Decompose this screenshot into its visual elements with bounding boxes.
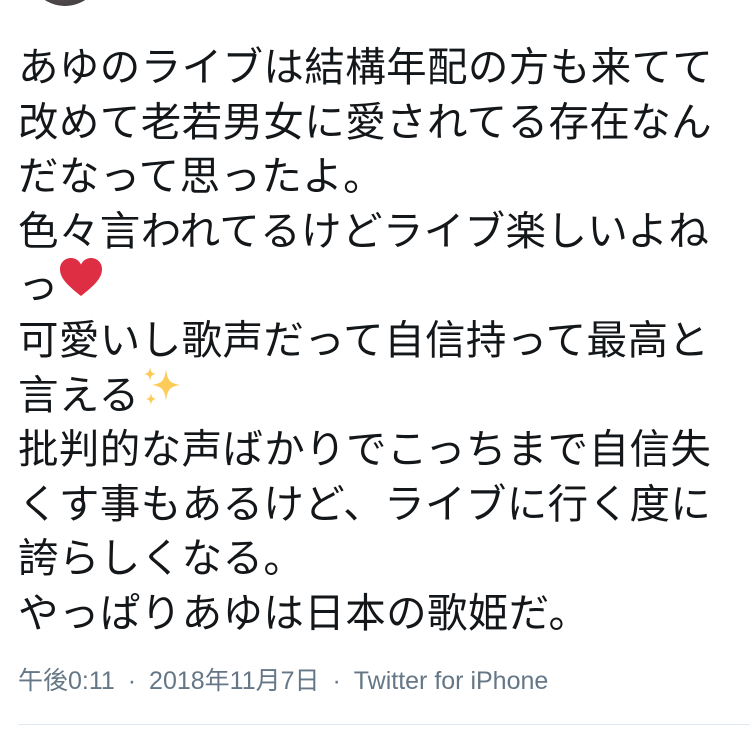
tweet-line: だなって思ったよ。 bbox=[18, 152, 385, 201]
tweet-time[interactable]: 午後0:11 bbox=[18, 667, 115, 695]
tweet-line-text: 言える bbox=[18, 370, 140, 419]
tweet-line: くす事もあるけど、ライブに行く度に bbox=[18, 479, 712, 528]
tweet-line: 誇らしくなる。 bbox=[18, 534, 305, 583]
meta-separator: · bbox=[127, 667, 137, 695]
meta-separator: · bbox=[332, 667, 341, 695]
tweet-line-with-sparkles: 言える bbox=[18, 365, 738, 423]
avatar[interactable] bbox=[28, 0, 102, 6]
tweet-line: 批判的な声ばかりでこっちまで自信失 bbox=[18, 425, 712, 474]
tweet-line-with-heart: っ bbox=[18, 257, 738, 313]
tweet-line-text: っ bbox=[18, 261, 59, 310]
tweet-text: あゆのライブは結構年配の方も来てて 改めて老若男女に愛されてる存在なん だなって… bbox=[18, 40, 738, 641]
divider bbox=[18, 724, 750, 725]
tweet-line: やっぱりあゆは日本の歌姫だ。 bbox=[18, 588, 590, 637]
tweet-line: 色々言われてるけどライブ楽しいよね bbox=[18, 206, 710, 255]
sparkles-icon bbox=[140, 365, 184, 423]
red-heart-icon bbox=[59, 257, 103, 313]
tweet-source[interactable]: Twitter for iPhone bbox=[354, 667, 549, 695]
tweet-meta: 午後0:11 · 2018年11月7日 · Twitter for iPhone bbox=[18, 661, 548, 697]
tweet-date[interactable]: 2018年11月7日 bbox=[149, 667, 319, 695]
tweet-line: 改めて老若男女に愛されてる存在なん bbox=[18, 97, 713, 146]
tweet-line: 可愛いし歌声だって自信持って最高と bbox=[18, 315, 710, 364]
tweet-line: あゆのライブは結構年配の方も来てて bbox=[18, 43, 714, 91]
